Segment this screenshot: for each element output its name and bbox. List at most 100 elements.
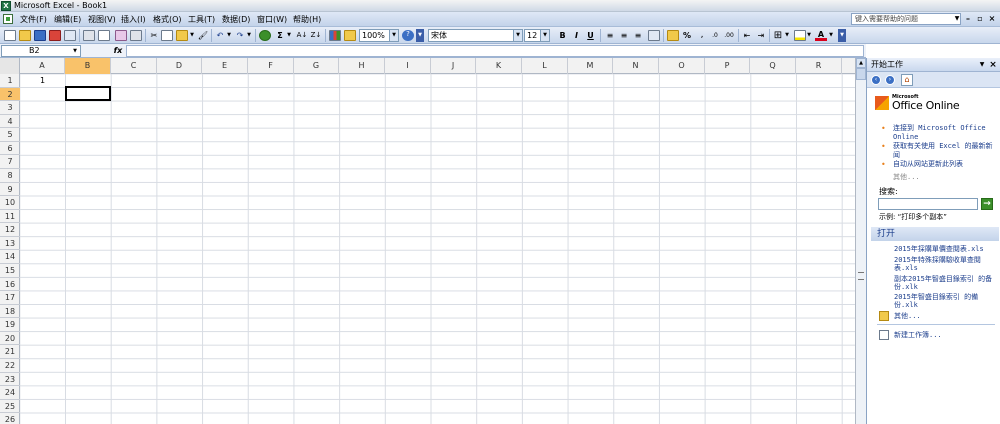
search-go-button[interactable]: →	[981, 198, 993, 210]
new-workbook-link[interactable]: 新建工作簿...	[894, 331, 996, 339]
active-cell-b2[interactable]	[65, 86, 111, 101]
menu-window[interactable]: 窗口(W)	[257, 12, 287, 27]
name-box[interactable]: B2 ▼	[1, 45, 81, 57]
fill-color-dropdown-icon[interactable]: ▼	[806, 29, 812, 42]
help-icon[interactable]: ?	[402, 30, 414, 41]
column-header-m[interactable]: M	[568, 58, 613, 74]
recent-file-link[interactable]: 2015年採購單價查閱表.xls	[894, 245, 996, 253]
row-header[interactable]: 9	[0, 183, 20, 197]
row-header[interactable]: 16	[0, 278, 20, 292]
format-painter-icon[interactable]: 🖌	[197, 29, 209, 42]
zoom-dropdown-icon[interactable]: ▼	[389, 30, 398, 41]
row-header[interactable]: 3	[0, 101, 20, 115]
column-header-q[interactable]: Q	[750, 58, 796, 74]
redo-dropdown-icon[interactable]: ▼	[246, 29, 252, 42]
zoom-select[interactable]: 100% ▼	[359, 29, 399, 42]
row-header[interactable]: 2	[0, 87, 20, 102]
row-header[interactable]: 18	[0, 305, 20, 319]
restore-workbook-button[interactable]: ▫	[974, 13, 986, 25]
vertical-scrollbar[interactable]: ▲	[855, 58, 866, 424]
row-header[interactable]: 26	[0, 413, 20, 424]
home-icon[interactable]: ⌂	[901, 74, 913, 86]
paste-dropdown-icon[interactable]: ▼	[189, 29, 195, 42]
recent-file-link[interactable]: 2015年智盛目錄索引 的備份.xlk	[894, 293, 996, 309]
currency-icon[interactable]	[667, 30, 679, 41]
copy-icon[interactable]	[161, 30, 173, 41]
split-grip-icon[interactable]	[858, 272, 864, 280]
row-header[interactable]: 15	[0, 264, 20, 278]
open-icon[interactable]	[19, 30, 31, 41]
task-pane-title[interactable]: 开始工作	[871, 58, 903, 72]
link-auto-update[interactable]: 自动从网站更新此列表	[893, 160, 997, 169]
help-dropdown-icon[interactable]: ▼	[953, 13, 961, 25]
task-pane-search-input[interactable]	[878, 198, 978, 210]
borders-dropdown-icon[interactable]: ▼	[784, 29, 790, 42]
underline-button[interactable]: U	[585, 29, 596, 42]
column-header-p[interactable]: P	[705, 58, 750, 74]
autosum-dropdown-icon[interactable]: ▼	[286, 29, 292, 42]
menu-file[interactable]: 文件(F)	[20, 12, 47, 27]
name-box-dropdown-icon[interactable]: ▼	[70, 46, 80, 56]
row-header[interactable]: 21	[0, 345, 20, 359]
font-size-select[interactable]: 12 ▼	[524, 29, 550, 42]
align-right-icon[interactable]: ≡	[632, 29, 644, 42]
column-header-e[interactable]: E	[202, 58, 248, 74]
row-header[interactable]: 13	[0, 237, 20, 251]
print-preview-icon[interactable]	[98, 30, 110, 41]
row-header[interactable]: 11	[0, 210, 20, 224]
sort-ascending-icon[interactable]: A↓	[296, 29, 308, 42]
scroll-up-icon[interactable]: ▲	[856, 58, 866, 68]
menu-help[interactable]: 帮助(H)	[293, 12, 321, 27]
menu-tools[interactable]: 工具(T)	[188, 12, 215, 27]
row-header[interactable]: 23	[0, 373, 20, 387]
row-header[interactable]: 25	[0, 400, 20, 414]
column-header-r[interactable]: R	[796, 58, 842, 74]
excel-app-icon[interactable]: X	[1, 1, 11, 11]
font-dropdown-icon[interactable]: ▼	[513, 30, 522, 41]
column-header-l[interactable]: L	[522, 58, 568, 74]
row-header[interactable]: 20	[0, 332, 20, 346]
cell-a1[interactable]: 1	[20, 74, 65, 87]
recent-file-link[interactable]: 副本2015年智盛目錄索引 的备份.xlk	[894, 275, 996, 291]
column-header-g[interactable]: G	[294, 58, 339, 74]
autosum-icon[interactable]: Σ	[274, 29, 286, 42]
column-header-a[interactable]: A	[20, 58, 65, 74]
task-pane-menu-icon[interactable]: ▼	[978, 58, 986, 72]
row-header[interactable]: 4	[0, 115, 20, 129]
row-header[interactable]: 7	[0, 155, 20, 169]
link-latest-news[interactable]: 获取有关使用 Excel 的最新新闻	[893, 142, 997, 160]
cut-icon[interactable]: ✂	[148, 29, 160, 42]
column-header-i[interactable]: I	[385, 58, 431, 74]
close-workbook-button[interactable]: ×	[986, 13, 998, 25]
menu-format[interactable]: 格式(O)	[153, 12, 182, 27]
row-header[interactable]: 5	[0, 128, 20, 142]
column-header-k[interactable]: K	[476, 58, 522, 74]
chart-wizard-icon[interactable]	[329, 30, 341, 41]
help-question-input[interactable]: 键入需要帮助的问题	[851, 13, 961, 25]
email-icon[interactable]	[64, 30, 76, 41]
task-pane-close-icon[interactable]: ×	[988, 58, 998, 72]
undo-dropdown-icon[interactable]: ▼	[226, 29, 232, 42]
menu-edit[interactable]: 编辑(E)	[54, 12, 81, 27]
insert-function-button[interactable]: fx	[112, 45, 124, 57]
align-left-icon[interactable]: ≡	[604, 29, 616, 42]
new-icon[interactable]	[4, 30, 16, 41]
formatting-options-icon[interactable]: ▼	[838, 29, 846, 42]
row-header[interactable]: 24	[0, 386, 20, 400]
open-more-link[interactable]: 其他...	[894, 312, 996, 320]
merge-center-icon[interactable]	[648, 30, 660, 41]
font-size-dropdown-icon[interactable]: ▼	[540, 30, 549, 41]
row-header[interactable]: 12	[0, 223, 20, 237]
research-icon[interactable]	[130, 30, 142, 41]
column-header-c[interactable]: C	[111, 58, 157, 74]
row-header[interactable]: 1	[0, 74, 20, 88]
row-header[interactable]: 8	[0, 169, 20, 183]
recent-file-link[interactable]: 2015年特殊採購驗收單查閱表.xls	[894, 256, 996, 272]
row-header[interactable]: 22	[0, 359, 20, 373]
forward-icon[interactable]: ›	[885, 75, 895, 85]
increase-decimal-icon[interactable]: .0	[708, 29, 722, 42]
row-header[interactable]: 6	[0, 142, 20, 156]
menu-insert[interactable]: 插入(I)	[121, 12, 146, 27]
menu-data[interactable]: 数据(D)	[222, 12, 250, 27]
bold-button[interactable]: B	[557, 29, 568, 42]
